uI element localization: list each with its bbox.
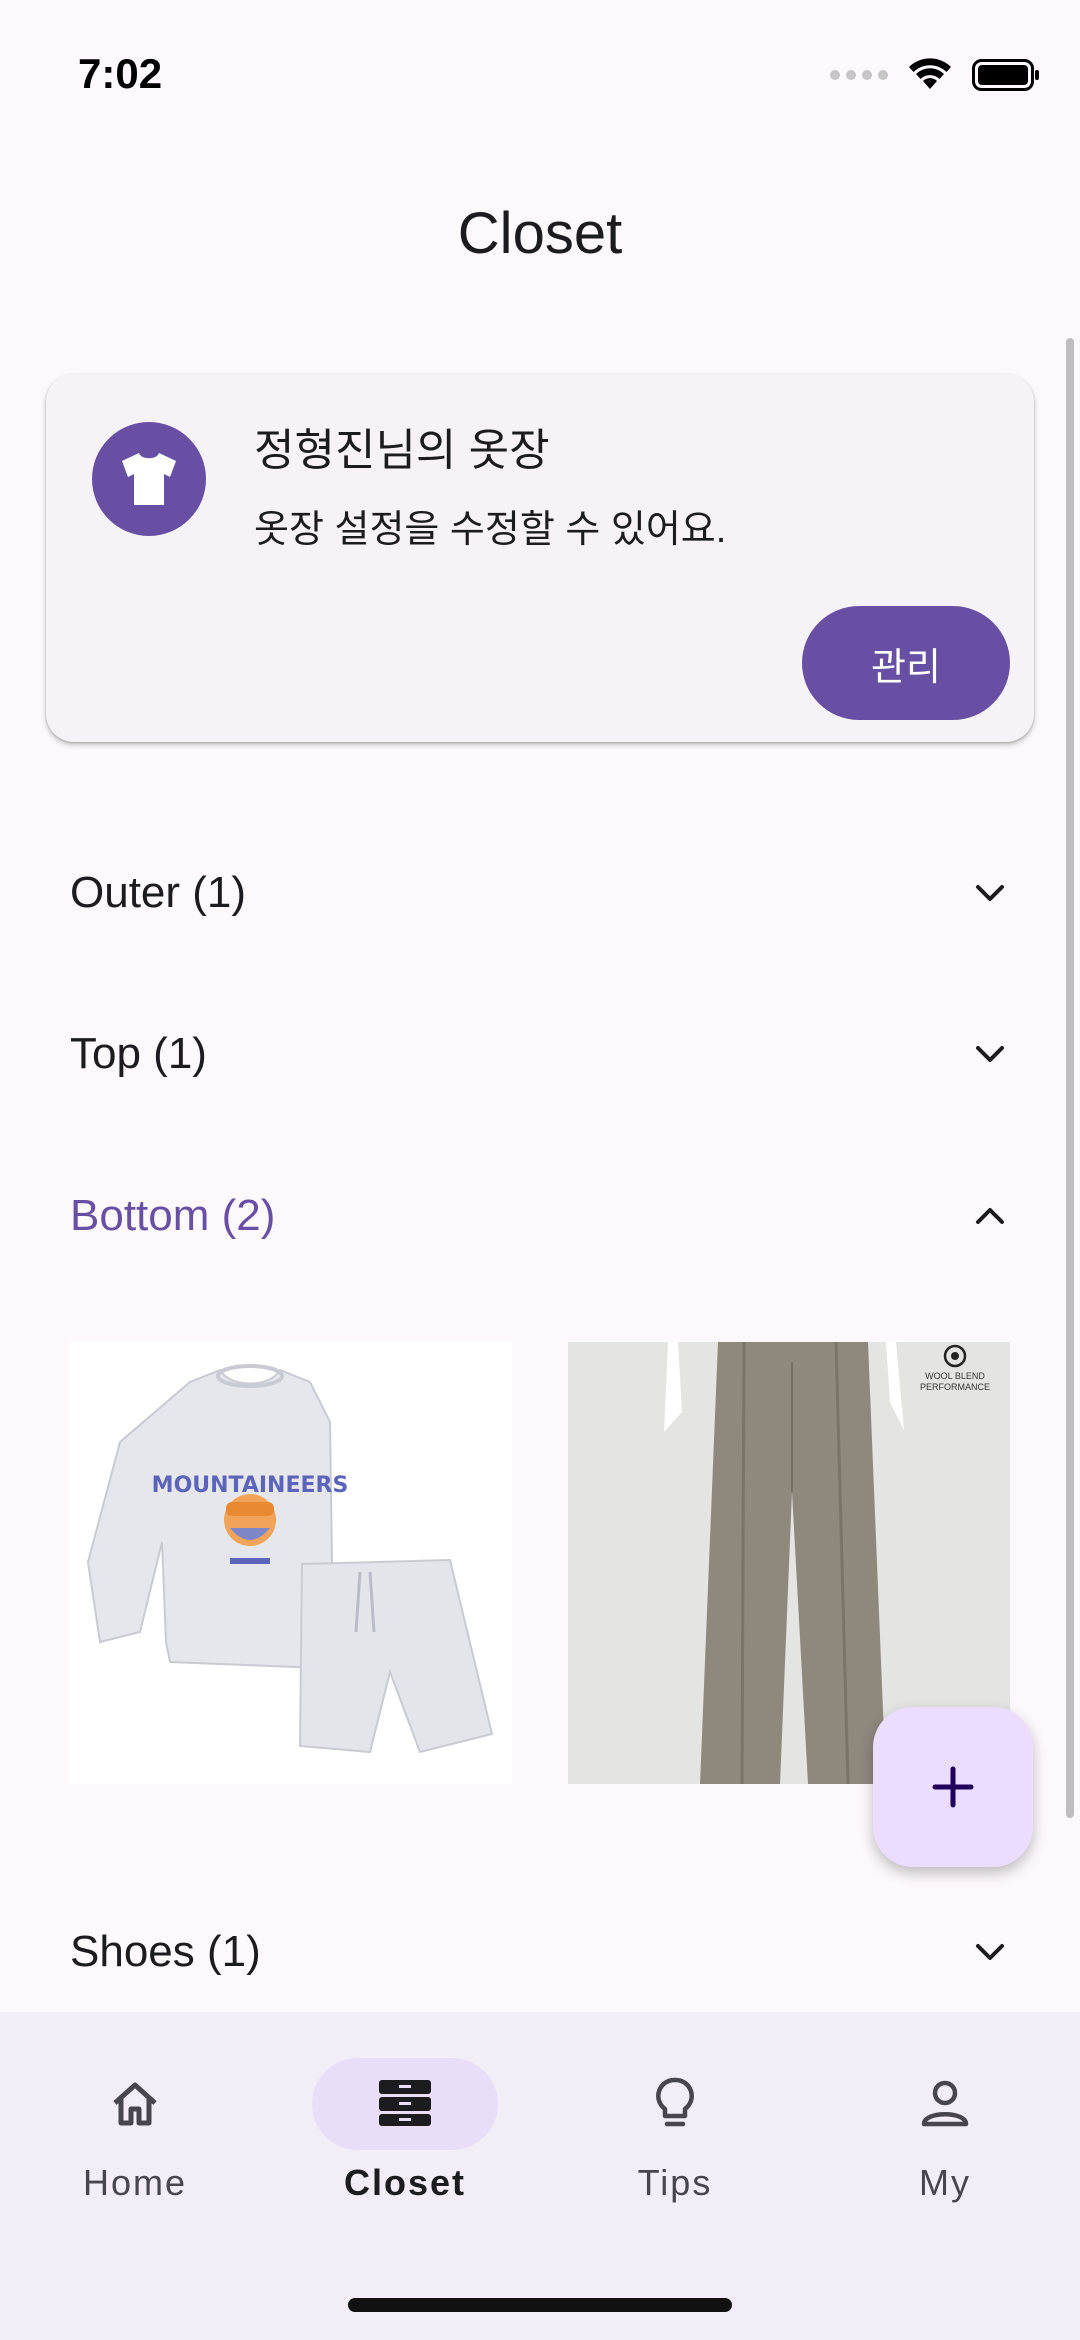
category-shoes[interactable]: Shoes (1)	[70, 1912, 1010, 1992]
nav-label: Home	[82, 2162, 188, 2203]
chevron-down-icon	[976, 885, 1004, 901]
wifi-icon	[909, 58, 951, 89]
page-title: Closet	[457, 201, 623, 266]
scrollbar[interactable]	[1066, 338, 1074, 1818]
nav-indicator	[582, 2058, 768, 2150]
closet-title: 정형진님의 옷장	[254, 426, 550, 475]
bottom-navigation: Home Closet Tips My	[0, 2012, 1080, 2340]
category-label: Top (1)	[70, 1029, 207, 1078]
brand-logo-icon	[943, 1344, 967, 1368]
status-time: 7:02	[78, 50, 163, 97]
category-outer[interactable]: Outer (1)	[70, 853, 1010, 933]
sweatshirt-shorts-image: MOUNTAINEERS	[70, 1342, 512, 1784]
plus-icon	[932, 1766, 974, 1808]
closet-icon	[379, 2080, 431, 2126]
category-top[interactable]: Top (1)	[70, 1014, 1010, 1094]
closet-subtitle: 옷장 설정을 수정할 수 있어요.	[254, 509, 727, 551]
nav-item-my[interactable]: My	[810, 2042, 1080, 2212]
home-indicator[interactable]	[348, 2298, 732, 2312]
nav-item-home[interactable]: Home	[0, 2042, 270, 2212]
add-item-button[interactable]	[873, 1707, 1033, 1867]
nav-label: Tips	[637, 2162, 713, 2203]
lightbulb-icon	[656, 2077, 694, 2127]
chevron-down-icon	[976, 1046, 1004, 1062]
status-bar: 7:02	[0, 0, 1080, 150]
cellular-signal-icon	[830, 70, 888, 80]
category-label: Bottom (2)	[70, 1191, 276, 1240]
category-label: Shoes (1)	[70, 1927, 261, 1976]
nav-indicator	[42, 2058, 228, 2150]
status-icons	[830, 58, 1040, 92]
home-icon	[113, 2082, 157, 2126]
nav-label: My	[919, 2162, 971, 2203]
wool-blend-badge: WOOL BLEND PERFORMANCE	[920, 1344, 990, 1393]
chevron-up-icon	[976, 1208, 1004, 1224]
battery-icon	[972, 59, 1039, 91]
category-bottom[interactable]: Bottom (2)	[70, 1176, 1010, 1256]
category-label: Outer (1)	[70, 868, 247, 917]
closet-info-card: 정형진님의 옷장 옷장 설정을 수정할 수 있어요. 관리	[46, 374, 1034, 742]
manage-button[interactable]: 관리	[802, 606, 1010, 720]
chevron-down-icon	[976, 1944, 1004, 1960]
clothing-item-sweatshirt-set[interactable]: MOUNTAINEERS	[70, 1342, 512, 1784]
wool-blend-text: WOOL BLEND PERFORMANCE	[920, 1371, 991, 1392]
nav-item-closet[interactable]: Closet	[270, 2042, 540, 2212]
nav-item-tips[interactable]: Tips	[540, 2042, 810, 2212]
nav-indicator	[312, 2058, 498, 2150]
nav-label: Closet	[343, 2162, 467, 2203]
nav-indicator	[852, 2058, 1038, 2150]
tshirt-icon	[92, 422, 206, 536]
person-icon	[921, 2080, 969, 2127]
